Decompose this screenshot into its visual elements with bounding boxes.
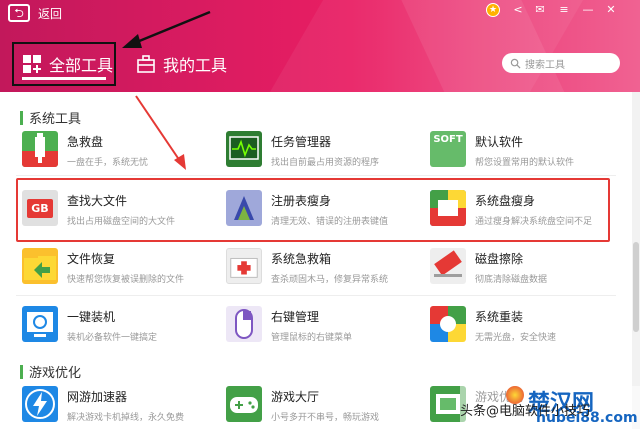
highlight-box [16,178,610,242]
medal-icon[interactable]: ★ [486,3,500,17]
task-manager-icon [226,131,262,167]
tool-desc: 查杀顽固木马，修复异常系统 [271,275,389,285]
section-game-optimization: 游戏优化 [20,362,81,381]
tool-desc: 快速帮您恢复被误删除的文件 [67,275,185,285]
divider [16,295,616,296]
tool-desc: 小号多开不串号，畅玩游戏 [271,413,380,423]
divider [16,175,616,176]
tool-name: 磁盘擦除 [475,252,524,266]
tool-desc: 帮您设置常用的默认软件 [475,158,575,168]
install-icon [22,306,58,342]
section-marker [20,110,23,125]
disk-erase-icon [430,248,466,284]
tool-name: 游戏优化 [475,390,524,404]
tool-item-game-hall[interactable]: 游戏大厅 小号多开不串号，畅玩游戏 [226,386,426,429]
tool-name: 右键管理 [271,310,320,324]
mouse-icon [226,306,262,342]
scrollbar-thumb[interactable] [633,242,639,332]
tool-desc: 彻底清除磁盘数据 [475,275,548,285]
tool-name: 网游加速器 [67,390,128,404]
tool-name: 一键装机 [67,310,116,324]
back-button[interactable]: ⮌ 返回 [8,4,62,22]
tool-item-game-accelerator[interactable]: 网游加速器 解决游戏卡机掉线，永久免费 [22,386,222,429]
active-tab-indicator [22,77,106,80]
search-icon [510,58,521,69]
tool-item-task-manager[interactable]: 任务管理器 找出自前最占用资源的程序 [226,131,426,175]
tool-name: 文件恢复 [67,252,116,266]
back-label: 返回 [38,6,63,21]
gamepad-icon [226,386,262,422]
tab-all-tools[interactable]: 全部工具 [12,42,116,86]
annotation-arrow [135,95,186,170]
share-icon[interactable]: < [510,3,526,17]
toolbox-icon [136,54,156,74]
lightning-icon [22,386,58,422]
tool-name: 默认软件 [475,135,524,149]
tool-desc: 装机必备软件一键搞定 [67,333,158,343]
section-title: 游戏优化 [29,366,82,381]
tab-label: 全部工具 [49,56,114,75]
tool-name: 系统重装 [475,310,524,324]
windows-icon [430,306,466,342]
tool-desc: 无需光盘，安全快速 [475,333,557,343]
back-arrow-icon: ⮌ [8,4,30,22]
tool-name: 系统急救箱 [271,252,332,266]
section-title: 系统工具 [29,112,82,127]
tool-item-system-reinstall[interactable]: 系统重装 无需光盘，安全快速 [430,306,630,350]
notification-icon[interactable]: ✉ [532,3,548,17]
first-aid-icon [226,248,262,284]
tool-item-default-software[interactable]: SOFT 默认软件 帮您设置常用的默认软件 [430,131,630,175]
tool-desc: 管理鼠标的右键菜单 [271,333,353,343]
usb-rescue-icon [22,131,58,167]
tool-item-right-click-manager[interactable]: 右键管理 管理鼠标的右键菜单 [226,306,426,350]
game-boost-icon [430,386,466,422]
section-system-tools: 系统工具 [20,108,81,127]
tool-name: 任务管理器 [271,135,332,149]
search-input[interactable]: 搜索工具 [502,53,620,73]
search-placeholder: 搜索工具 [525,59,565,71]
tool-name: 急救盘 [67,135,104,149]
tool-name: 游戏大厅 [271,390,320,404]
tool-desc: 找出自前最占用资源的程序 [271,158,380,168]
annotation-arrow [122,10,211,48]
scrollbar[interactable] [632,92,640,429]
header: ⮌ 返回 ★ < ✉ ≡ — ✕ 全部工具 我的工具 搜索工具 [0,0,640,92]
tool-item-file-restore[interactable]: 文件恢复 快速帮您恢复被误删除的文件 [22,248,222,292]
section-marker [20,364,23,379]
minimize-icon[interactable]: — [580,3,596,17]
tool-item-game-boost[interactable]: 游戏优化 [430,386,630,429]
tool-item-disk-erase[interactable]: 磁盘擦除 彻底清除磁盘数据 [430,248,630,292]
close-icon[interactable]: ✕ [603,3,619,17]
menu-icon[interactable]: ≡ [556,3,572,17]
tool-desc: 解决游戏卡机掉线，永久免费 [67,413,185,423]
tool-item-system-first-aid[interactable]: 系统急救箱 查杀顽固木马，修复异常系统 [226,248,426,292]
file-restore-icon [22,248,58,284]
soft-default-icon: SOFT [430,131,466,167]
grid-plus-icon [22,54,42,74]
tool-item-one-click-install[interactable]: 一键装机 装机必备软件一键搞定 [22,306,222,350]
